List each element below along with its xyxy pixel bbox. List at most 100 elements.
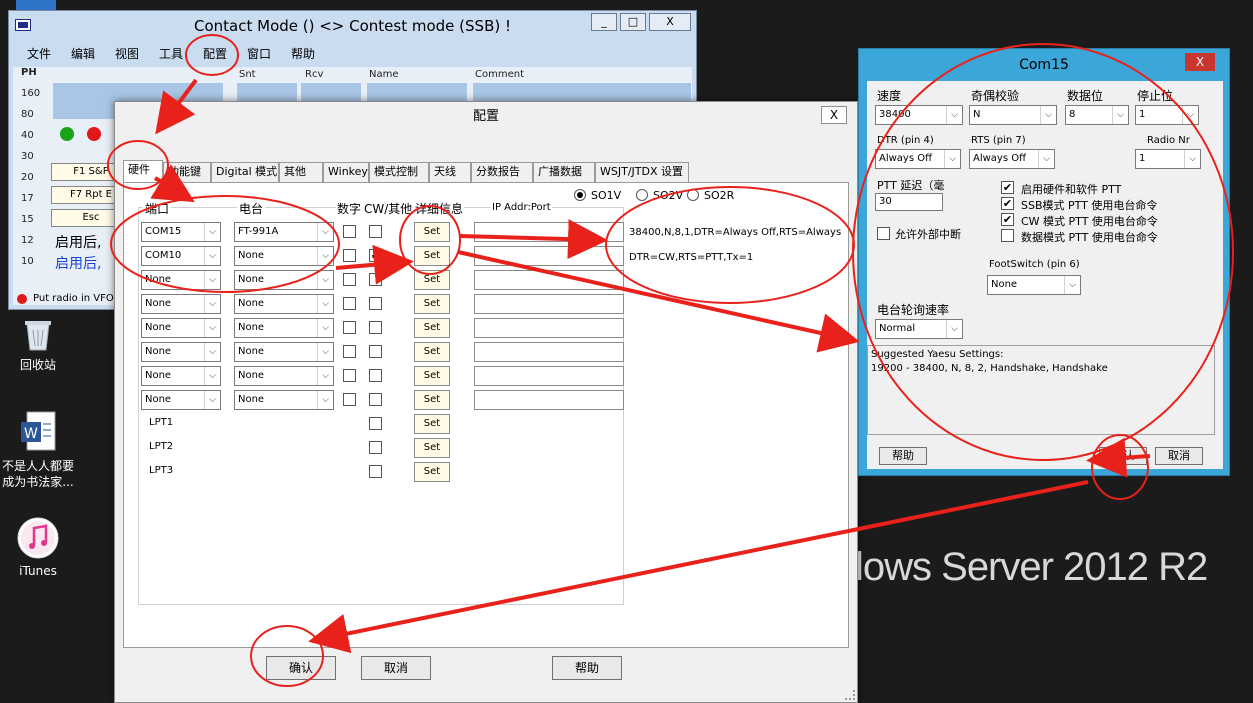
- com-cancel-button[interactable]: 取消: [1155, 447, 1203, 465]
- poll-rate-select[interactable]: Normal ⌵: [875, 319, 963, 339]
- radio-select[interactable]: None ⌵: [234, 318, 334, 338]
- tab-winkey[interactable]: Winkey: [323, 162, 369, 182]
- port-select[interactable]: None ⌵: [141, 318, 221, 338]
- hw-sw-ptt-checkbox[interactable]: ✔: [1001, 181, 1014, 194]
- cw-checkbox[interactable]: [369, 393, 382, 406]
- minimize-button[interactable]: _: [591, 13, 617, 31]
- tab-digital-modes[interactable]: Digital 模式: [211, 162, 279, 182]
- ssb-ptt-checkbox[interactable]: ✔: [1001, 197, 1014, 210]
- lpt3-set-button[interactable]: Set: [414, 462, 450, 482]
- digital-checkbox[interactable]: [343, 225, 356, 238]
- cw-checkbox[interactable]: [369, 225, 382, 238]
- footswitch-select[interactable]: None ⌵: [987, 275, 1081, 295]
- band-10[interactable]: 10: [21, 256, 34, 267]
- cw-checkbox[interactable]: [369, 321, 382, 334]
- tab-antennas[interactable]: 天线: [429, 162, 471, 182]
- band-20[interactable]: 20: [21, 172, 34, 183]
- band-80[interactable]: 80: [21, 109, 34, 120]
- config-help-button[interactable]: 帮助: [552, 656, 622, 680]
- port-select[interactable]: None ⌵: [141, 270, 221, 290]
- ip-field[interactable]: [474, 246, 624, 266]
- radio-select[interactable]: FT-991A ⌵: [234, 222, 334, 242]
- desktop-top-icon[interactable]: [16, 0, 56, 10]
- radio-select[interactable]: None ⌵: [234, 246, 334, 266]
- port-select[interactable]: None ⌵: [141, 390, 221, 410]
- cw-checkbox[interactable]: [369, 369, 382, 382]
- radio-select[interactable]: None ⌵: [234, 342, 334, 362]
- radio-select[interactable]: None ⌵: [234, 390, 334, 410]
- set-button[interactable]: Set: [414, 390, 450, 410]
- radio-select[interactable]: None ⌵: [234, 270, 334, 290]
- set-button[interactable]: Set: [414, 366, 450, 386]
- radio-select[interactable]: None ⌵: [234, 294, 334, 314]
- port-select[interactable]: COM10 ⌵: [141, 246, 221, 266]
- tab-score-reporting[interactable]: 分数报告: [471, 162, 533, 182]
- band-160[interactable]: 160: [21, 88, 40, 99]
- band-40[interactable]: 40: [21, 130, 34, 141]
- set-button[interactable]: Set: [414, 294, 450, 314]
- itunes-shortcut[interactable]: iTunes: [0, 516, 78, 578]
- ptt-delay-field[interactable]: 30: [875, 193, 943, 211]
- databits-select[interactable]: 8 ⌵: [1065, 105, 1129, 125]
- port-select[interactable]: None ⌵: [141, 366, 221, 386]
- set-button[interactable]: Set: [414, 222, 450, 242]
- close-button[interactable]: X: [649, 13, 691, 31]
- menu-tools[interactable]: 工具: [159, 45, 183, 62]
- set-button[interactable]: Set: [414, 318, 450, 338]
- lpt3-cw-checkbox[interactable]: [369, 465, 382, 478]
- band-30[interactable]: 30: [21, 151, 34, 162]
- so2r-radio[interactable]: [687, 189, 699, 201]
- resize-grip-icon[interactable]: [845, 690, 855, 700]
- lpt1-cw-checkbox[interactable]: [369, 417, 382, 430]
- menu-config[interactable]: 配置: [203, 45, 227, 62]
- ip-field[interactable]: [474, 222, 624, 242]
- tab-mode-control[interactable]: 模式控制: [369, 162, 429, 182]
- stopbits-select[interactable]: 1 ⌵: [1135, 105, 1199, 125]
- digital-checkbox[interactable]: [343, 345, 356, 358]
- cw-checkbox[interactable]: [369, 297, 382, 310]
- ip-field[interactable]: [474, 294, 624, 314]
- port-select[interactable]: None ⌵: [141, 342, 221, 362]
- com-help-button[interactable]: 帮助: [879, 447, 927, 465]
- lpt1-set-button[interactable]: Set: [414, 414, 450, 434]
- tab-hardware[interactable]: 硬件: [123, 160, 163, 183]
- ip-field[interactable]: [474, 390, 624, 410]
- band-15[interactable]: 15: [21, 214, 34, 225]
- word-document[interactable]: W 不是人人都要 成为书法家...: [0, 410, 78, 490]
- ip-field[interactable]: [474, 342, 624, 362]
- band-12[interactable]: 12: [21, 235, 34, 246]
- parity-select[interactable]: N ⌵: [969, 105, 1057, 125]
- radio-nr-select[interactable]: 1 ⌵: [1135, 149, 1201, 169]
- com-close-button[interactable]: X: [1185, 53, 1215, 71]
- lpt2-cw-checkbox[interactable]: [369, 441, 382, 454]
- cw-ptt-checkbox[interactable]: ✔: [1001, 213, 1014, 226]
- maximize-button[interactable]: □: [620, 13, 646, 31]
- rts-select[interactable]: Always Off ⌵: [969, 149, 1055, 169]
- band-17[interactable]: 17: [21, 193, 34, 204]
- ip-field[interactable]: [474, 318, 624, 338]
- data-ptt-checkbox[interactable]: [1001, 229, 1014, 242]
- tab-broadcast-data[interactable]: 广播数据: [533, 162, 595, 182]
- tab-function-keys[interactable]: 功能键: [163, 162, 211, 182]
- com-ok-button[interactable]: 确认: [1099, 447, 1147, 465]
- set-button[interactable]: Set: [414, 246, 450, 266]
- config-cancel-button[interactable]: 取消: [361, 656, 431, 680]
- menu-help[interactable]: 帮助: [291, 45, 315, 62]
- digital-checkbox[interactable]: [343, 393, 356, 406]
- digital-checkbox[interactable]: [343, 321, 356, 334]
- so2v-radio[interactable]: [636, 189, 648, 201]
- ip-field[interactable]: [474, 270, 624, 290]
- speed-select[interactable]: 38400 ⌵: [875, 105, 963, 125]
- port-select[interactable]: None ⌵: [141, 294, 221, 314]
- digital-checkbox[interactable]: [343, 297, 356, 310]
- cw-checkbox[interactable]: [369, 273, 382, 286]
- port-select[interactable]: COM15 ⌵: [141, 222, 221, 242]
- set-button[interactable]: Set: [414, 342, 450, 362]
- ext-interrupt-checkbox[interactable]: [877, 227, 890, 240]
- recycle-bin[interactable]: 回收站: [0, 316, 78, 373]
- cw-checkbox[interactable]: [369, 345, 382, 358]
- set-button[interactable]: Set: [414, 270, 450, 290]
- cw-checkbox[interactable]: ✔: [369, 249, 382, 262]
- tab-wsjt-settings[interactable]: WSJT/JTDX 设置: [595, 162, 689, 182]
- lpt2-set-button[interactable]: Set: [414, 438, 450, 458]
